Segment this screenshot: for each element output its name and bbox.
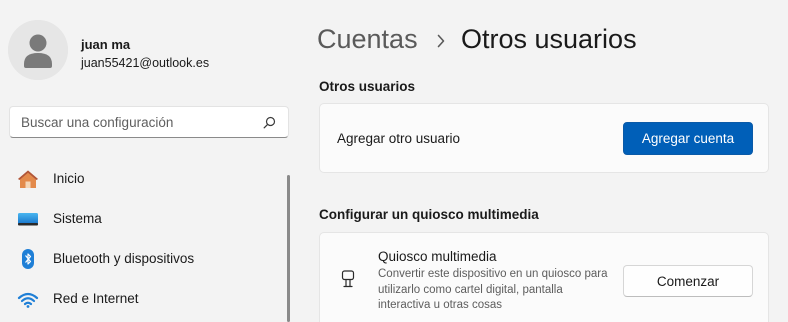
user-name: juan ma: [81, 37, 131, 52]
sidebar-item-label: Red e Internet: [53, 291, 139, 306]
section-title-other-users: Otros usuarios: [319, 79, 416, 94]
page-title: Otros usuarios: [461, 24, 637, 54]
search-icon[interactable]: [263, 116, 276, 129]
sidebar-item-sistema[interactable]: Sistema: [9, 199, 285, 239]
search-input[interactable]: [10, 107, 258, 137]
sidebar-item-bluetooth[interactable]: Bluetooth y dispositivos: [9, 239, 285, 279]
sidebar-item-label: Inicio: [53, 171, 85, 186]
add-user-label: Agregar otro usuario: [337, 131, 461, 146]
start-kiosk-button[interactable]: Comenzar: [623, 265, 753, 297]
add-account-button[interactable]: Agregar cuenta: [623, 122, 753, 155]
section-title-kiosk: Configurar un quiosco multimedia: [319, 207, 539, 222]
search-box: [9, 106, 289, 138]
sidebar-nav: Inicio Sistema Bluetooth y dispositivos …: [9, 159, 285, 319]
user-email: juan55421@outlook.es: [81, 56, 210, 70]
bluetooth-icon: [22, 249, 34, 269]
monitor-icon: [18, 213, 38, 226]
avatar: [8, 20, 68, 80]
settings-window: juan ma juan55421@outlook.es Inicio: [0, 0, 788, 322]
add-user-card: Agregar otro usuario Agregar cuenta: [319, 103, 769, 173]
sidebar-item-red[interactable]: Red e Internet: [9, 279, 285, 319]
kiosk-card: Quiosco multimedia Convertir este dispos…: [319, 232, 769, 322]
kiosk-icon: [341, 270, 355, 288]
sidebar-item-label: Sistema: [53, 211, 102, 226]
sidebar-item-inicio[interactable]: Inicio: [9, 159, 285, 199]
person-icon: [8, 20, 68, 80]
kiosk-title: Quiosco multimedia: [378, 249, 497, 264]
kiosk-description: Convertir este dispositivo en un quiosco…: [378, 268, 608, 311]
sidebar-item-label: Bluetooth y dispositivos: [53, 251, 195, 266]
chevron-right-icon: [437, 34, 445, 48]
home-icon: [18, 170, 38, 188]
user-card[interactable]: juan ma juan55421@outlook.es: [8, 20, 288, 84]
sidebar-scrollbar[interactable]: [287, 175, 290, 322]
wifi-icon: [17, 292, 39, 308]
breadcrumb-parent[interactable]: Cuentas: [317, 24, 418, 55]
